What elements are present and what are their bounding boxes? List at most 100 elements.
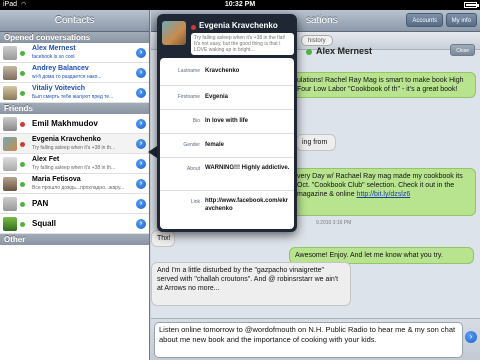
contacts-pane: Contacts Opened conversations Alex Merne…: [0, 10, 150, 360]
detail-row-bio: Bio In love with life: [160, 110, 294, 134]
message-timestamp: 9.2010 3:16 PM: [316, 220, 352, 226]
detail-key: Gender: [183, 142, 200, 148]
presence-offline-icon: [20, 122, 25, 127]
avatar: [3, 157, 17, 171]
contact-row-evgenia-kravchenko[interactable]: Evgenia Kravchenko Try falling asleep wh…: [0, 134, 149, 154]
popover-status-text: Try falling asleep when it's +38 in the …: [191, 33, 294, 55]
contact-name: Evgenia Kravchenko: [32, 136, 101, 143]
avatar: [3, 217, 17, 231]
popover-contact-name: Evgenia Kravchenko: [199, 21, 278, 30]
clock: 10:32 PM: [224, 1, 256, 8]
detail-value: WARNING!!! Highly addictive.: [205, 165, 290, 171]
presence-online-icon: [20, 222, 25, 227]
section-friends: Friends: [0, 103, 149, 114]
presence-online-icon: [20, 91, 25, 96]
message-link[interactable]: http://bit.ly/dzslz6: [357, 191, 411, 198]
disclosure-icon[interactable]: ›: [136, 159, 146, 169]
presence-offline-icon: [191, 25, 196, 30]
detail-row-firstname: Firstname Evgenia: [160, 86, 294, 110]
contact-name: Maria Fetisova: [32, 176, 81, 183]
disclosure-icon[interactable]: ›: [136, 119, 146, 129]
detail-value: Evgenia: [205, 94, 229, 100]
contacts-title: Contacts: [0, 10, 149, 32]
disclosure-icon[interactable]: ›: [136, 88, 146, 98]
contact-status: Try falling asleep when it's +38 in th..…: [32, 145, 116, 151]
presence-online-icon: [20, 71, 25, 76]
contact-row-alex-mernest[interactable]: Alex Mernest facebook is so cool ›: [0, 43, 149, 63]
popover-arrow: [148, 146, 157, 158]
send-icon[interactable]: ›: [465, 331, 477, 343]
contact-row-alex-fet[interactable]: Alex Fet Try falling asleep when it's +3…: [0, 154, 149, 174]
contact-name: Alex Mernest: [32, 45, 76, 52]
section-opened-conversations: Opened conversations: [0, 32, 149, 43]
contact-row-andrey-balancev[interactable]: Andrey Balancev wi-fi дома то раздается …: [0, 63, 149, 83]
avatar: [3, 197, 17, 211]
contact-status: Все прошло дождь...прохладно...жару...: [32, 185, 125, 191]
avatar: [3, 66, 17, 80]
popover-details: Lastname Kravchenko Firstname Evgenia Bi…: [160, 58, 294, 229]
contact-row-vitaliy-voitevich[interactable]: Vitaliy Voitevich Был смерть тебе жалуют…: [0, 83, 149, 103]
detail-value: In love with life: [205, 118, 249, 124]
detail-row-about: About WARNING!!! Highly addictive.: [160, 158, 294, 191]
contact-info-popover: Evgenia Kravchenko Try falling asleep wh…: [157, 14, 297, 232]
detail-key: Lastname: [178, 68, 200, 74]
avatar: [3, 177, 17, 191]
detail-value-link[interactable]: http://www.facebook.com/ekravchenko: [205, 197, 291, 213]
presence-online-icon: [20, 162, 25, 167]
contact-name: Squall: [32, 219, 57, 228]
contact-status: Был смерть тебе жалуют пред те...: [32, 94, 114, 100]
accounts-button[interactable]: Accounts: [406, 13, 443, 27]
section-other: Other: [0, 234, 149, 245]
presence-online-icon: [20, 202, 25, 207]
disclosure-icon[interactable]: ›: [136, 199, 146, 209]
contact-name: PAN: [32, 199, 49, 208]
contact-name: Emil Makhmudov: [32, 119, 98, 128]
avatar: [162, 21, 186, 45]
history-button[interactable]: history: [301, 35, 333, 46]
popover-header: Evgenia Kravchenko Try falling asleep wh…: [160, 17, 294, 58]
contact-status: wi-fi дома то раздается нако...: [32, 74, 102, 80]
contact-row-squall[interactable]: Squall ›: [0, 214, 149, 234]
battery-icon: [464, 2, 479, 8]
presence-online-icon: [20, 182, 25, 187]
detail-row-gender: Gender female: [160, 134, 294, 158]
disclosure-icon[interactable]: ›: [136, 48, 146, 58]
contact-row-maria-fetisova[interactable]: Maria Fetisova Все прошло дождь...прохла…: [0, 174, 149, 194]
contact-name: Andrey Balancev: [32, 65, 89, 72]
detail-value: Kravchenko: [205, 68, 240, 74]
contact-status: Try falling asleep when it's +38 in th..…: [32, 165, 116, 171]
detail-row-link: Link http://www.facebook.com/ekravchenko: [160, 191, 294, 227]
message-input[interactable]: Listen online tomorrow to @wordofmouth o…: [154, 322, 463, 358]
avatar: [3, 117, 17, 131]
presence-online-icon: [20, 51, 25, 56]
detail-key: Bio: [192, 118, 200, 124]
disclosure-icon[interactable]: ›: [136, 219, 146, 229]
disclosure-icon[interactable]: ›: [136, 68, 146, 78]
contact-status: facebook is so cool: [32, 54, 75, 60]
presence-online-icon: [306, 49, 312, 55]
message-bubble-outgoing: very Day w/ Rachael Ray mag made my cook…: [291, 168, 476, 216]
disclosure-icon[interactable]: ›: [136, 179, 146, 189]
status-bar: iPad ◠ 10:32 PM: [0, 0, 480, 10]
chat-title: sations: [306, 15, 338, 26]
avatar: [3, 137, 17, 151]
detail-row-lastname: Lastname Kravchenko: [160, 58, 294, 86]
avatar: [3, 86, 17, 100]
avatar: [3, 46, 17, 60]
detail-value: female: [205, 142, 225, 148]
message-bubble-incoming: ing from: [296, 134, 336, 151]
contact-row-emil-makhmudov[interactable]: Emil Makhmudov ›: [0, 114, 149, 134]
contact-row-pan[interactable]: PAN ›: [0, 194, 149, 214]
composer-bar: Listen online tomorrow to @wordofmouth o…: [151, 318, 480, 360]
message-bubble-incoming: Thx!: [151, 230, 175, 247]
detail-key: Link: [190, 199, 200, 205]
close-conversation-button[interactable]: Close: [450, 44, 475, 56]
disclosure-icon[interactable]: ›: [136, 139, 146, 149]
detail-key: About: [186, 166, 200, 172]
detail-key: Firstname: [177, 94, 200, 100]
conversation-contact-name: Alex Mernest: [316, 46, 373, 56]
message-bubble-incoming: And I'm a little disturbed by the "gazpa…: [151, 262, 351, 306]
message-bubble-outgoing: ulations! Rachel Ray Mag is smart to mak…: [291, 72, 476, 98]
contact-name: Alex Fet: [32, 156, 60, 163]
my-info-button[interactable]: My info: [445, 13, 477, 27]
